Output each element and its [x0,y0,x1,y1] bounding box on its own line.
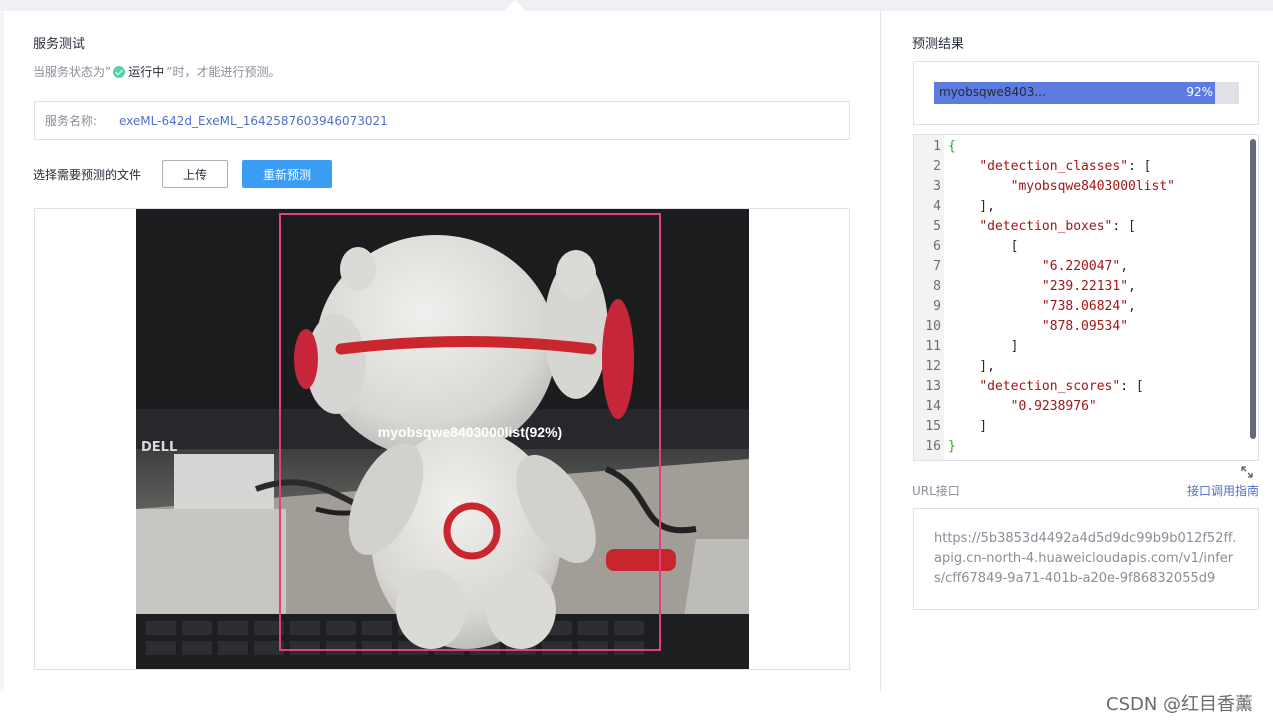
code-line: 11 ] [914,337,1250,357]
code-text: } [948,439,956,454]
code-text: { [948,139,956,154]
code-text: "878.09534" [1041,319,1129,334]
line-number: 10 [925,319,941,334]
code-text: ] [948,339,1019,354]
line-number: 2 [933,159,941,174]
code-text: "0.9238976" [1010,399,1097,414]
check-circle-icon [113,65,126,78]
line-number: 7 [933,259,941,274]
file-select-label: 选择需要预测的文件 [33,167,142,182]
line-number: 12 [925,359,941,374]
code-line: 8 "239.22131", [914,277,1250,297]
top-bar [0,0,1273,20]
code-text: ] [948,419,988,434]
code-line: 6 [ [914,237,1250,257]
line-number: 16 [925,439,941,454]
status-hint: 当服务状态为” 运行中 ”时，才能进行预测。 [33,63,280,80]
code-line: 5 "detection_boxes": [ [914,217,1250,237]
photo-illustration: DELL myobsqwe8403000list(92%) [136,209,749,669]
prediction-summary: myobsqwe8403... 92% [913,61,1259,125]
code-text: "6.220047", [1041,259,1129,274]
line-number: 14 [925,399,941,414]
upload-button[interactable]: 上传 [162,160,228,188]
line-number: 9 [933,299,941,314]
code-text: "738.06824", [1041,299,1136,314]
code-line: 10 "878.09534" [914,317,1250,337]
repredict-button[interactable]: 重新预测 [242,160,332,188]
code-text: "myobsqwe8403000list" [1010,179,1175,194]
line-number: 5 [933,219,941,234]
line-number: 4 [933,199,941,214]
code-line: 12 ], [914,357,1250,377]
code-line: 16} [914,437,1250,457]
image-preview-frame: DELL myobsqwe8403000list(92%) [34,208,850,670]
line-number: 8 [933,279,941,294]
url-field[interactable]: https://5b3853d4492a4d5d9dc99b9b012f52ff… [913,508,1259,610]
code-line: 7 "6.220047", [914,257,1250,277]
code-text: ], [948,199,995,214]
hint-prefix: 当服务状态为” [33,65,112,79]
service-name-value: exeML-642d_ExeML_1642587603946073021 [119,113,388,128]
code-line: 14 "0.9238976" [914,397,1250,417]
line-number: 15 [925,419,941,434]
expand-icon[interactable] [1240,465,1254,479]
class-name: myobsqwe8403... [939,85,1046,99]
panel-divider [880,11,881,691]
code-text: "detection_scores": [ [979,379,1144,394]
service-test-title: 服务测试 [33,37,86,52]
line-number: 13 [925,379,941,394]
prediction-image: DELL myobsqwe8403000list(92%) [136,209,749,669]
api-guide-link[interactable]: 接口调用指南 [1187,482,1259,499]
tab-indicator [505,0,525,20]
code-text: ], [948,359,995,374]
code-line: 9 "738.06824", [914,297,1250,317]
file-select-row: 选择需要预测的文件 上传 重新预测 [33,160,332,188]
line-number: 6 [933,239,941,254]
code-line: 4 ], [914,197,1250,217]
code-text: "239.22131", [1041,279,1136,294]
line-number: 1 [933,139,941,154]
code-text: [ [948,239,1019,254]
status-text: 运行中 [128,65,165,79]
status-running: 运行中 [113,63,164,80]
code-line: 13 "detection_scores": [ [914,377,1250,397]
code-line: 2 "detection_classes": [ [914,157,1250,177]
code-line: 3 "myobsqwe8403000list" [914,177,1250,197]
code-text: "detection_classes": [ [979,159,1152,174]
hint-suffix: ”时，才能进行预测。 [166,65,281,79]
confidence-bar: myobsqwe8403... 92% [934,82,1239,104]
line-number: 11 [925,339,941,354]
code-scrollbar[interactable] [1250,139,1256,439]
detection-label: myobsqwe8403000list(92%) [378,424,562,440]
code-text: "detection_boxes": [ [979,219,1136,234]
url-label: URL接口 [912,484,960,498]
confidence-percent: 92% [1186,85,1213,99]
json-result-viewer[interactable]: 1{2 "detection_classes": [3 "myobsqwe840… [913,134,1259,461]
line-number: 3 [933,179,941,194]
watermark: CSDN @红目香薰 [1106,694,1254,715]
service-name-field: 服务名称: exeML-642d_ExeML_16425876039460730… [34,101,850,140]
code-line: 15 ] [914,417,1250,437]
dell-logo: DELL [141,440,177,455]
service-name-label: 服务名称: [45,114,98,128]
code-line: 1{ [914,137,1250,157]
prediction-result-title: 预测结果 [912,37,965,52]
left-edge [0,11,4,691]
